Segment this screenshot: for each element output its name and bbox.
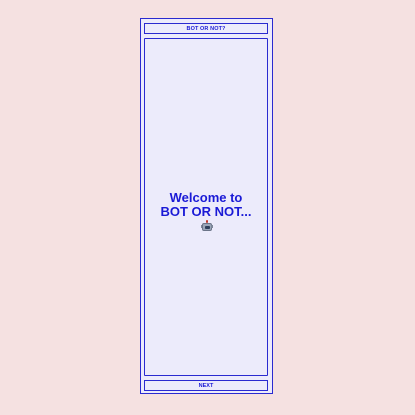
next-button[interactable]: NEXT	[144, 380, 268, 391]
content-panel: Welcome to BOT OR NOT...	[144, 38, 268, 376]
welcome-text: Welcome to BOT OR NOT...	[160, 190, 252, 219]
welcome-message: Welcome to BOT OR NOT...	[156, 191, 256, 233]
robot-icon	[200, 220, 213, 231]
next-button-label: NEXT	[198, 382, 214, 389]
app-frame: BOT OR NOT? Welcome to BOT OR NOT... NEX…	[140, 18, 273, 394]
app-title: BOT OR NOT?	[186, 25, 226, 32]
app-title-bar: BOT OR NOT?	[144, 23, 268, 34]
